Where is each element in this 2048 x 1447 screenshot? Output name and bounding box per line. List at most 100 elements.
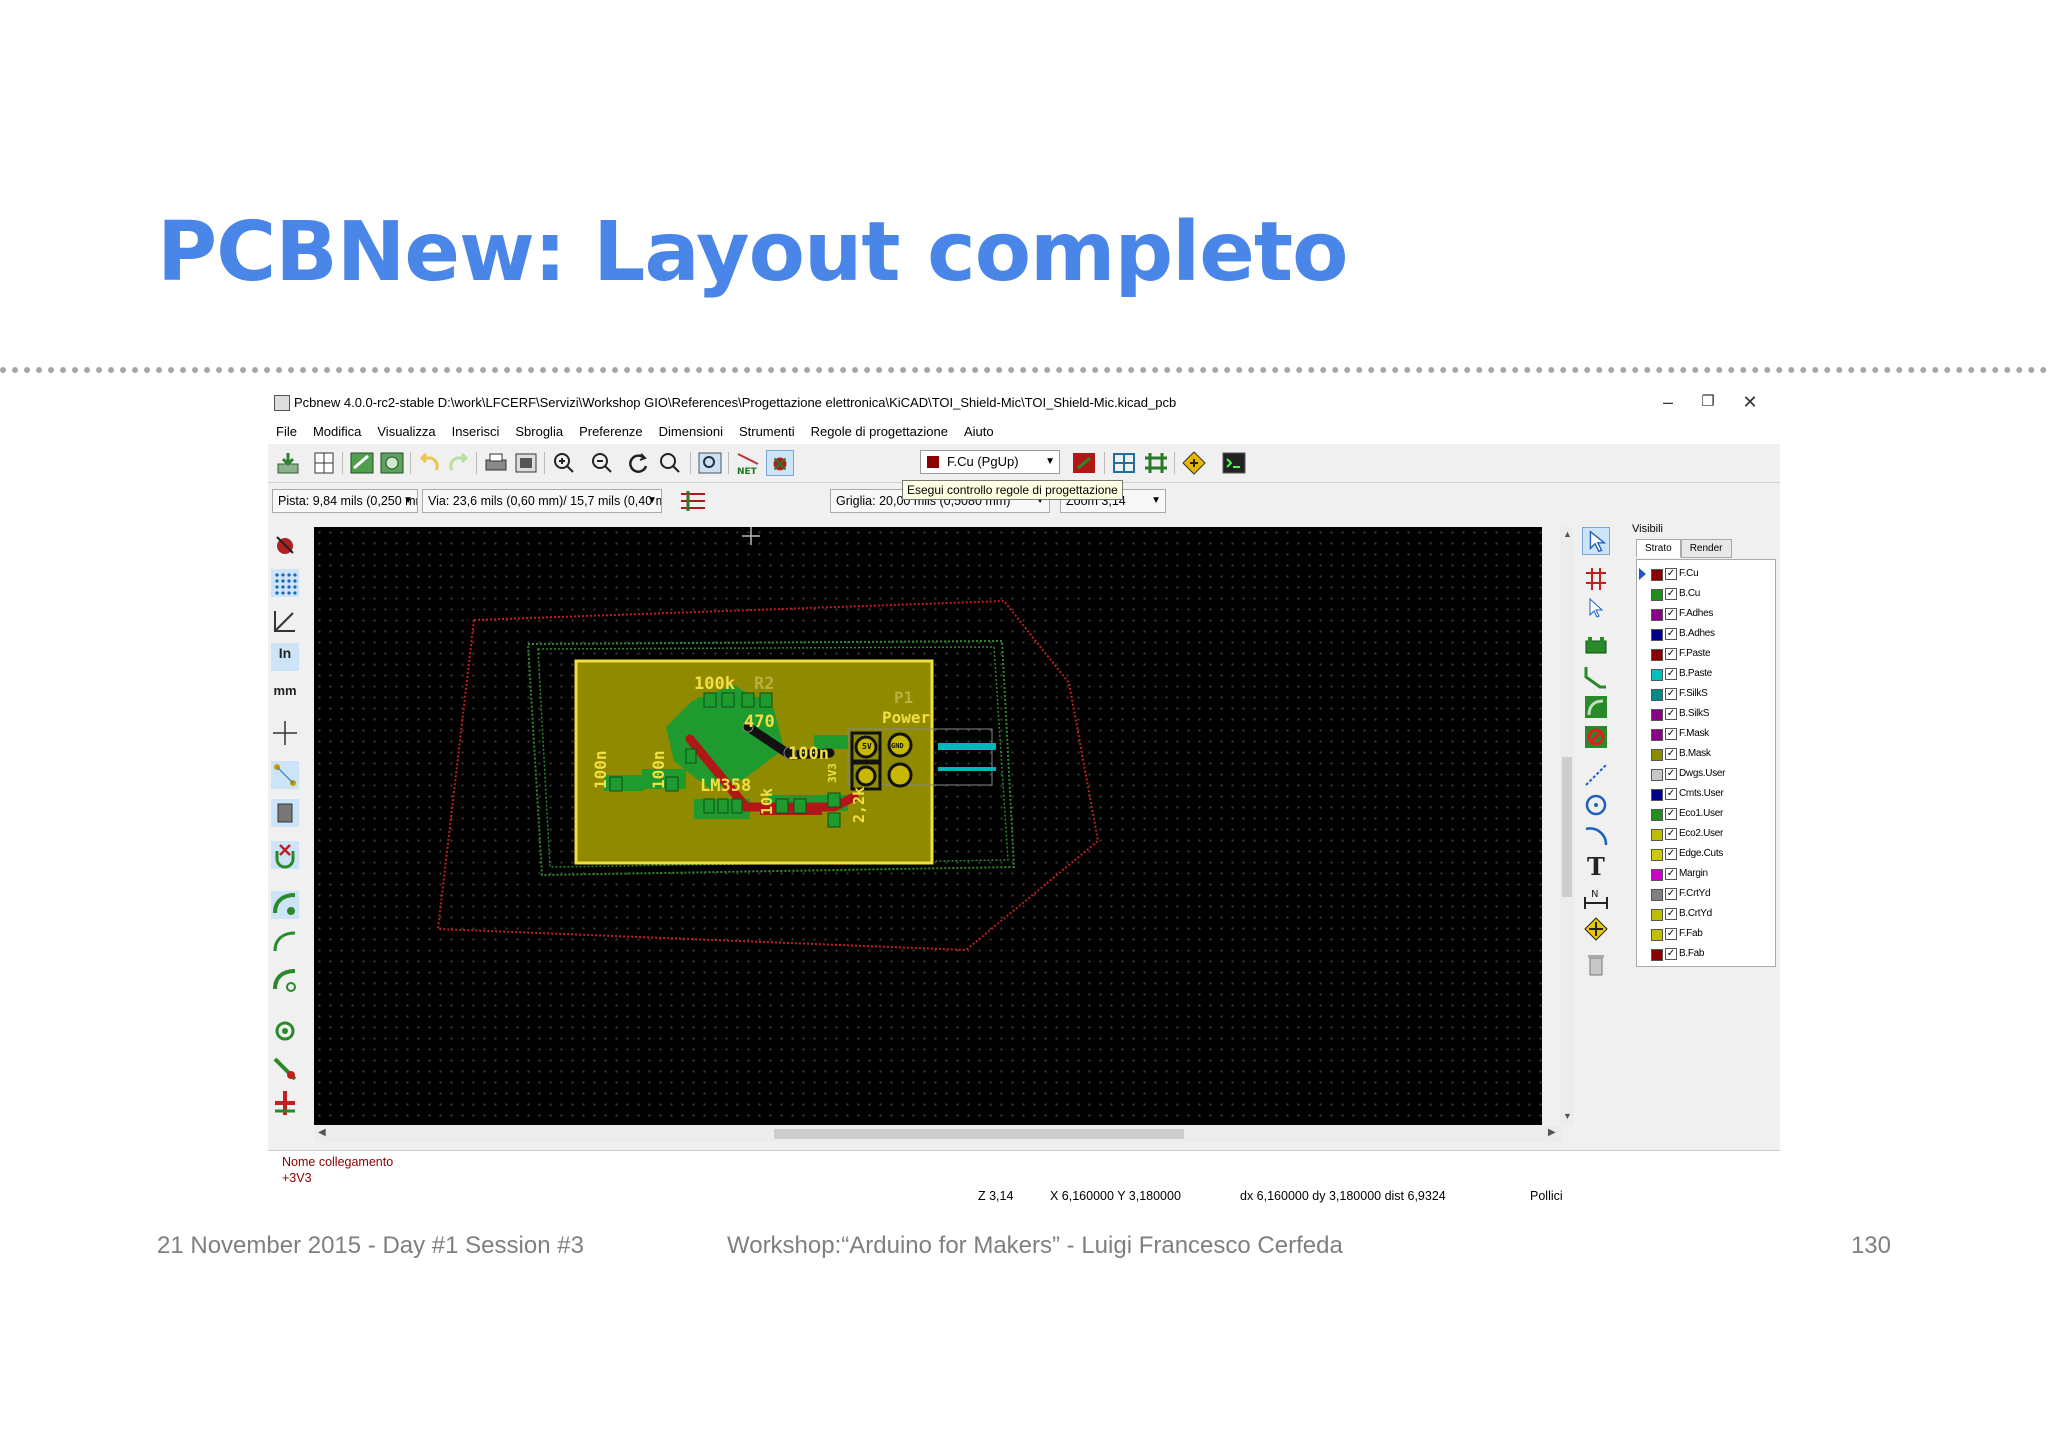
layer-pair-icon[interactable] bbox=[1070, 450, 1098, 476]
layer-color-swatch[interactable] bbox=[1651, 789, 1663, 801]
horizontal-scroll-thumb[interactable] bbox=[774, 1129, 1184, 1139]
add-arc-icon[interactable] bbox=[1582, 821, 1610, 849]
find-icon[interactable] bbox=[696, 450, 724, 476]
layer-visibility-checkbox[interactable]: ✓ bbox=[1665, 708, 1677, 720]
footprint-editor-icon[interactable] bbox=[378, 450, 406, 476]
page-settings-icon[interactable] bbox=[310, 450, 338, 476]
layer-color-swatch[interactable] bbox=[1651, 909, 1663, 921]
layer-visibility-checkbox[interactable]: ✓ bbox=[1665, 768, 1677, 780]
layer-color-swatch[interactable] bbox=[1651, 629, 1663, 641]
add-circle-icon[interactable] bbox=[1582, 791, 1610, 819]
vertical-scrollbar[interactable]: ▲ ▼ bbox=[1560, 527, 1574, 1125]
layer-color-swatch[interactable] bbox=[1651, 889, 1663, 901]
zoom-in-icon[interactable] bbox=[550, 450, 578, 476]
track-sketch-icon[interactable] bbox=[271, 1055, 299, 1083]
add-text-icon[interactable]: T bbox=[1582, 851, 1610, 879]
layer-row[interactable]: ✓ B.Adhes bbox=[1637, 624, 1775, 644]
track-via-mode-icon[interactable] bbox=[678, 488, 708, 514]
layer-color-swatch[interactable] bbox=[1651, 869, 1663, 881]
highlight-net-icon[interactable] bbox=[1582, 565, 1610, 593]
add-dimension-icon[interactable]: N bbox=[1582, 885, 1610, 913]
layer-visibility-checkbox[interactable]: ✓ bbox=[1665, 748, 1677, 760]
add-target-icon[interactable] bbox=[1582, 915, 1610, 943]
layer-row[interactable]: ✓ B.Fab bbox=[1637, 944, 1775, 964]
menu-strumenti[interactable]: Strumenti bbox=[731, 420, 803, 442]
layer-visibility-checkbox[interactable]: ✓ bbox=[1665, 588, 1677, 600]
plot-icon[interactable] bbox=[512, 450, 540, 476]
scroll-right-icon[interactable]: ▶ bbox=[1548, 1127, 1556, 1138]
layer-visibility-checkbox[interactable]: ✓ bbox=[1665, 648, 1677, 660]
zoom-out-icon[interactable] bbox=[588, 450, 616, 476]
layer-visibility-checkbox[interactable]: ✓ bbox=[1665, 688, 1677, 700]
layer-visibility-checkbox[interactable]: ✓ bbox=[1665, 888, 1677, 900]
read-netlist-icon[interactable]: NET bbox=[734, 450, 762, 476]
save-board-icon[interactable] bbox=[274, 450, 302, 476]
layer-color-swatch[interactable] bbox=[1651, 809, 1663, 821]
layer-color-swatch[interactable] bbox=[1651, 749, 1663, 761]
menu-preferenze[interactable]: Preferenze bbox=[571, 420, 651, 442]
layer-row[interactable]: ✓ F.SilkS bbox=[1637, 684, 1775, 704]
layer-color-swatch[interactable] bbox=[1651, 949, 1663, 961]
layer-row[interactable]: ✓ Eco2.User bbox=[1637, 824, 1775, 844]
menu-sbroglia[interactable]: Sbroglia bbox=[507, 420, 571, 442]
layer-visibility-checkbox[interactable]: ✓ bbox=[1665, 628, 1677, 640]
ratsnest-toggle-icon[interactable] bbox=[271, 761, 299, 789]
add-footprint-icon[interactable] bbox=[1582, 633, 1610, 661]
layer-visibility-checkbox[interactable]: ✓ bbox=[1665, 808, 1677, 820]
load-footprint-icon[interactable] bbox=[348, 450, 376, 476]
cursor-shape-icon[interactable] bbox=[271, 719, 299, 747]
layer-row[interactable]: ✓ B.Paste bbox=[1637, 664, 1775, 684]
scroll-up-icon[interactable]: ▲ bbox=[1563, 529, 1572, 539]
layer-row[interactable]: ✓ B.CrtYd bbox=[1637, 904, 1775, 924]
vertical-scroll-thumb[interactable] bbox=[1562, 757, 1572, 897]
menu-regole[interactable]: Regole di progettazione bbox=[803, 420, 956, 442]
delete-icon[interactable] bbox=[1582, 951, 1610, 979]
layer-row[interactable]: ✓ F.Paste bbox=[1637, 644, 1775, 664]
via-size-select[interactable]: Via: 23,6 mils (0,60 mm)/ 15,7 mils (0,4… bbox=[422, 489, 662, 513]
layer-color-swatch[interactable] bbox=[1651, 569, 1663, 581]
drc-icon[interactable] bbox=[766, 450, 794, 476]
units-mm-button[interactable]: mm bbox=[271, 681, 299, 709]
layer-color-swatch[interactable] bbox=[1651, 669, 1663, 681]
layer-color-swatch[interactable] bbox=[1651, 609, 1663, 621]
menu-inserisci[interactable]: Inserisci bbox=[444, 420, 508, 442]
scroll-down-icon[interactable]: ▼ bbox=[1563, 1111, 1572, 1121]
layer-visibility-checkbox[interactable]: ✓ bbox=[1665, 728, 1677, 740]
layer-visibility-checkbox[interactable]: ✓ bbox=[1665, 908, 1677, 920]
layer-row[interactable]: ✓ Edge.Cuts bbox=[1637, 844, 1775, 864]
layer-color-swatch[interactable] bbox=[1651, 729, 1663, 741]
layer-visibility-checkbox[interactable]: ✓ bbox=[1665, 848, 1677, 860]
layer-row[interactable]: ✓ Margin bbox=[1637, 864, 1775, 884]
select-arrow-icon[interactable] bbox=[1582, 527, 1610, 555]
pcb-canvas[interactable]: 100k R2 470 100n 100n 100n LM358 10k 2,2… bbox=[314, 527, 1542, 1125]
layer-visibility-checkbox[interactable]: ✓ bbox=[1665, 868, 1677, 880]
layer-visibility-checkbox[interactable]: ✓ bbox=[1665, 608, 1677, 620]
menu-aiuto[interactable]: Aiuto bbox=[956, 420, 1002, 442]
tab-render[interactable]: Render bbox=[1680, 539, 1732, 558]
layer-visibility-checkbox[interactable]: ✓ bbox=[1665, 948, 1677, 960]
redraw-icon[interactable] bbox=[624, 450, 652, 476]
auto-delete-track-icon[interactable] bbox=[271, 841, 299, 869]
layer-color-swatch[interactable] bbox=[1651, 649, 1663, 661]
scripting-console-icon[interactable] bbox=[1220, 450, 1248, 476]
autorouter-icon[interactable] bbox=[1180, 450, 1208, 476]
layer-row[interactable]: ✓ F.CrtYd bbox=[1637, 884, 1775, 904]
menu-visualizza[interactable]: Visualizza bbox=[369, 420, 443, 442]
pad-sketch-icon[interactable] bbox=[271, 967, 299, 995]
undo-icon[interactable] bbox=[416, 450, 444, 476]
layer-visibility-checkbox[interactable]: ✓ bbox=[1665, 668, 1677, 680]
add-zone-icon[interactable] bbox=[1582, 693, 1610, 721]
layer-color-swatch[interactable] bbox=[1651, 769, 1663, 781]
units-inch-button[interactable]: In bbox=[271, 643, 299, 671]
add-keepout-icon[interactable] bbox=[1582, 723, 1610, 751]
layer-color-swatch[interactable] bbox=[1651, 929, 1663, 941]
minimize-button[interactable]: – bbox=[1648, 390, 1688, 414]
tab-strato[interactable]: Strato bbox=[1636, 539, 1681, 558]
menu-dimensioni[interactable]: Dimensioni bbox=[651, 420, 731, 442]
layer-row[interactable]: ✓ F.Mask bbox=[1637, 724, 1775, 744]
layer-color-swatch[interactable] bbox=[1651, 589, 1663, 601]
redo-icon[interactable] bbox=[444, 450, 472, 476]
drc-off-icon[interactable] bbox=[271, 531, 299, 559]
layer-row[interactable]: ✓ F.Cu bbox=[1637, 564, 1775, 584]
menu-modifica[interactable]: Modifica bbox=[305, 420, 369, 442]
